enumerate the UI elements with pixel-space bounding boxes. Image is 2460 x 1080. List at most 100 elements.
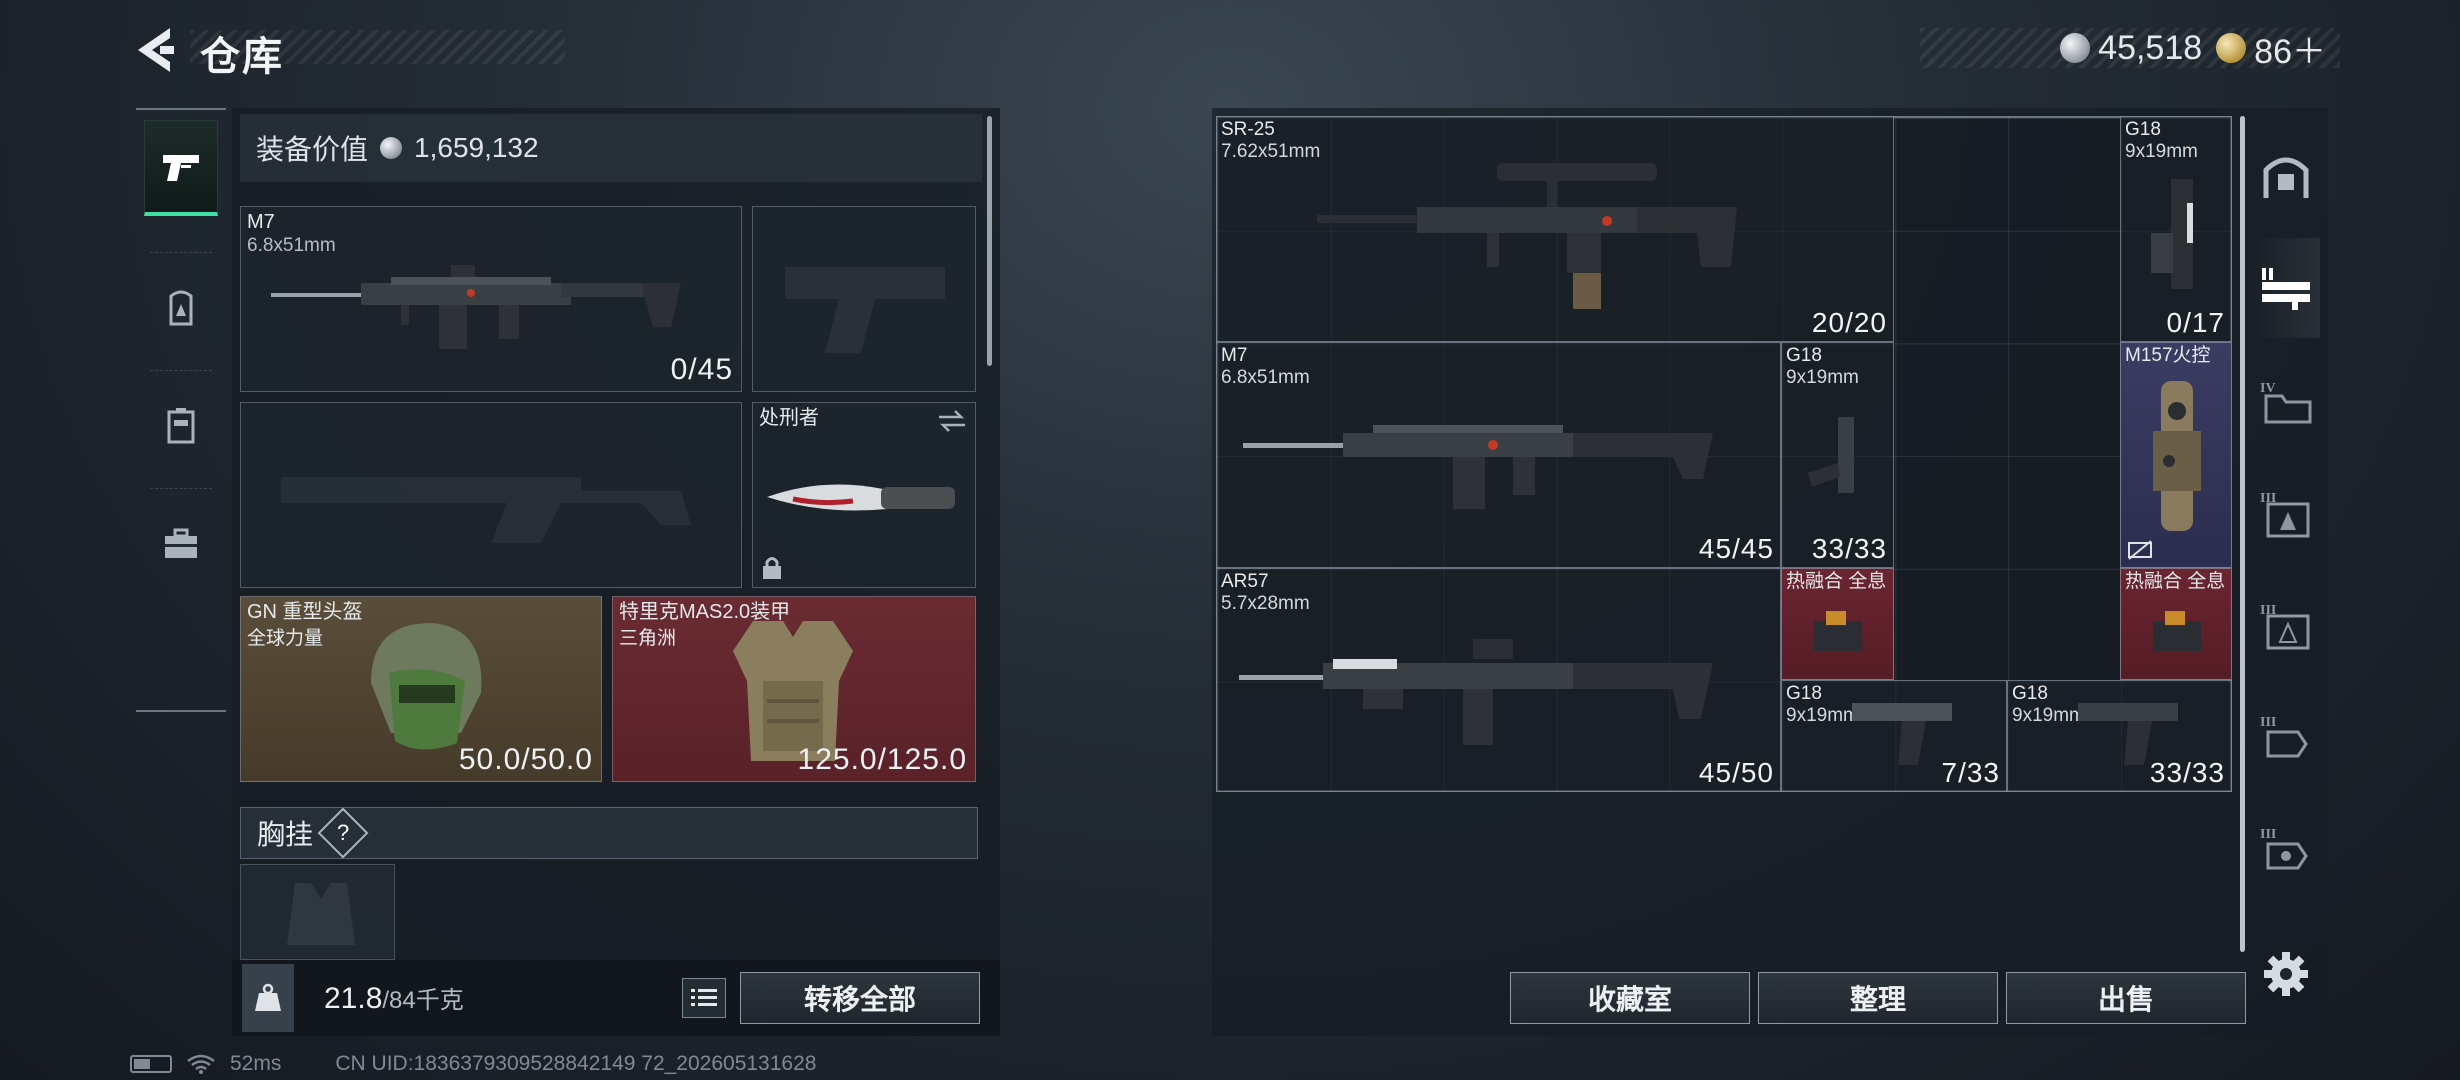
helmet-brand: 全球力量 — [247, 628, 324, 649]
rifle-placeholder-icon — [281, 477, 691, 543]
chest-rig-placeholder-icon — [287, 883, 355, 945]
holo-sight-icon — [2153, 611, 2201, 651]
weapon-rack-icon — [2262, 268, 2310, 310]
help-icon[interactable]: ? — [317, 807, 369, 859]
item-caliber: 7.62x51mm — [1221, 141, 1321, 162]
item-caliber: 9x19mm — [2125, 141, 2198, 162]
item-name: G18 — [2012, 683, 2048, 704]
wifi-icon — [187, 1054, 215, 1074]
rifle-icon — [1239, 639, 1713, 745]
backpack-icon — [169, 290, 193, 326]
storage-item-g18-c[interactable]: G18 9x19mm 7/33 — [1781, 680, 2007, 792]
gold-coin-icon — [2216, 33, 2247, 63]
toolbox-icon — [165, 528, 197, 558]
storage-scrollbar[interactable] — [2240, 116, 2245, 952]
settings-button[interactable] — [2262, 950, 2310, 998]
gold-amount: 86＋ — [2254, 32, 2326, 71]
collection-room-button[interactable]: 收藏室 — [1510, 972, 1750, 1024]
gold-currency[interactable]: 86＋ — [2216, 24, 2326, 73]
svg-text:III: III — [2260, 715, 2276, 730]
storage-item-ar57[interactable]: AR57 5.7x28mm 45/50 — [1216, 568, 1781, 792]
transfer-all-button[interactable]: 转移全部 — [740, 972, 980, 1024]
item-name: M7 — [1221, 345, 1248, 366]
armor-slot[interactable]: 特里克MAS2.0装甲 三角洲 125.0/125.0 — [612, 596, 976, 782]
loadout-value: 1,659,132 — [414, 132, 539, 163]
storage-item-g18-d[interactable]: G18 9x19mm 33/33 — [2007, 680, 2232, 792]
pistol-placeholder-icon — [785, 267, 945, 353]
tab-folder[interactable]: IV — [2252, 350, 2320, 450]
tab-weapons[interactable] — [144, 120, 218, 216]
storage-item-g18-a[interactable]: G18 9x19mm 0/17 — [2120, 116, 2232, 342]
loadout-value-bar: 装备价值 1,659,132 — [240, 114, 982, 182]
tab-vest[interactable] — [144, 378, 218, 474]
status-bar: 52ms CN UID:1836379309528842149 72_20260… — [130, 1052, 816, 1076]
item-ammo: 0/17 — [2166, 307, 2225, 338]
storage-item-holo-sight-a[interactable]: 热融合 全息 — [1781, 568, 1894, 680]
swap-icon[interactable] — [937, 409, 967, 433]
knife-icon — [767, 484, 955, 511]
list-view-button[interactable] — [682, 978, 726, 1018]
melee-slot[interactable]: 处刑者 — [752, 402, 976, 588]
tab-storage-d[interactable]: III — [2252, 798, 2320, 898]
secondary-weapon-slot[interactable] — [240, 402, 742, 588]
chest-rig-slot[interactable] — [240, 864, 395, 960]
primary-weapon-slot[interactable]: M7 6.8x51mm 0/45 — [240, 206, 742, 392]
tab-safe-box[interactable] — [2252, 126, 2320, 226]
armor-durability: 125.0/125.0 — [797, 743, 967, 776]
tab-storage-b[interactable]: III — [2252, 574, 2320, 674]
back-arrow-icon — [138, 28, 174, 72]
holo-sight-icon — [1814, 611, 1862, 651]
storage-item-m157[interactable]: M157火控 — [2120, 342, 2232, 568]
storage-item-m7[interactable]: M7 6.8x51mm 45/45 — [1216, 342, 1781, 568]
item-name: 热融合 全息 — [2125, 571, 2226, 592]
item-name: G18 — [2125, 119, 2161, 140]
item-ammo: 20/20 — [1811, 307, 1887, 338]
item-ammo: 45/50 — [1698, 757, 1774, 788]
tab-storage-c[interactable]: III — [2252, 686, 2320, 786]
loadout-scrollbar[interactable] — [987, 116, 992, 366]
helmet-name: GN 重型头盔 — [247, 601, 363, 623]
svg-text:IV: IV — [2260, 381, 2276, 396]
item-name: G18 — [1786, 683, 1822, 704]
left-tab-rail — [136, 108, 226, 712]
storage-item-holo-sight-b[interactable]: 热融合 全息 — [2120, 568, 2232, 680]
weight-lock-button[interactable] — [242, 964, 294, 1032]
storage-item-g18-b[interactable]: G18 9x19mm 33/33 — [1781, 342, 1894, 568]
fire-control-scope-icon — [2153, 381, 2201, 531]
chest-rig-header: 胸挂 ? — [240, 807, 978, 859]
tab-toolbox[interactable] — [144, 496, 218, 592]
primary-weapon-name: M7 — [247, 211, 275, 233]
chest-rig-label: 胸挂 — [257, 819, 314, 850]
currency-bar: 45,518 86＋ — [1920, 28, 2340, 71]
pistol-icon — [163, 154, 199, 181]
lock-icon — [763, 557, 781, 579]
loadout-value-label: 装备价值 — [256, 134, 369, 165]
rifle-icon — [1243, 425, 1713, 509]
item-name: G18 — [1786, 345, 1822, 366]
safe-box-icon — [2263, 157, 2309, 198]
svg-text:III: III — [2260, 827, 2276, 842]
folder-icon: IV — [2260, 381, 2312, 424]
sell-button[interactable]: 出售 — [2006, 972, 2246, 1024]
tab-storage-a[interactable]: III — [2252, 462, 2320, 562]
storage-b-icon: III — [2260, 603, 2310, 650]
item-ammo: 45/45 — [1698, 533, 1774, 564]
melee-name: 处刑者 — [759, 407, 819, 429]
helmet-slot[interactable]: GN 重型头盔 全球力量 50.0/50.0 — [240, 596, 602, 782]
carry-weight-max: /84千克 — [382, 987, 464, 1014]
item-name: SR-25 — [1221, 119, 1275, 140]
back-button[interactable] — [130, 22, 180, 78]
vest-icon — [167, 408, 195, 444]
sidearm-slot[interactable] — [752, 206, 976, 392]
sort-button[interactable]: 整理 — [1758, 972, 1998, 1024]
page-title: 仓库 — [200, 35, 284, 79]
tab-weapon-rack[interactable] — [2252, 238, 2320, 338]
item-ammo: 7/33 — [1941, 757, 2000, 788]
storage-item-sr25[interactable]: SR-25 7.62x51mm 20/20 — [1216, 116, 1894, 342]
silver-coin-icon — [380, 137, 403, 159]
carry-weight: 21.8/84千克 — [324, 980, 464, 1016]
storage-c-icon: III — [2260, 715, 2308, 758]
ping-value: 52ms — [230, 1052, 282, 1075]
tab-backpack[interactable] — [144, 260, 218, 356]
carry-weight-current: 21.8 — [324, 982, 383, 1015]
